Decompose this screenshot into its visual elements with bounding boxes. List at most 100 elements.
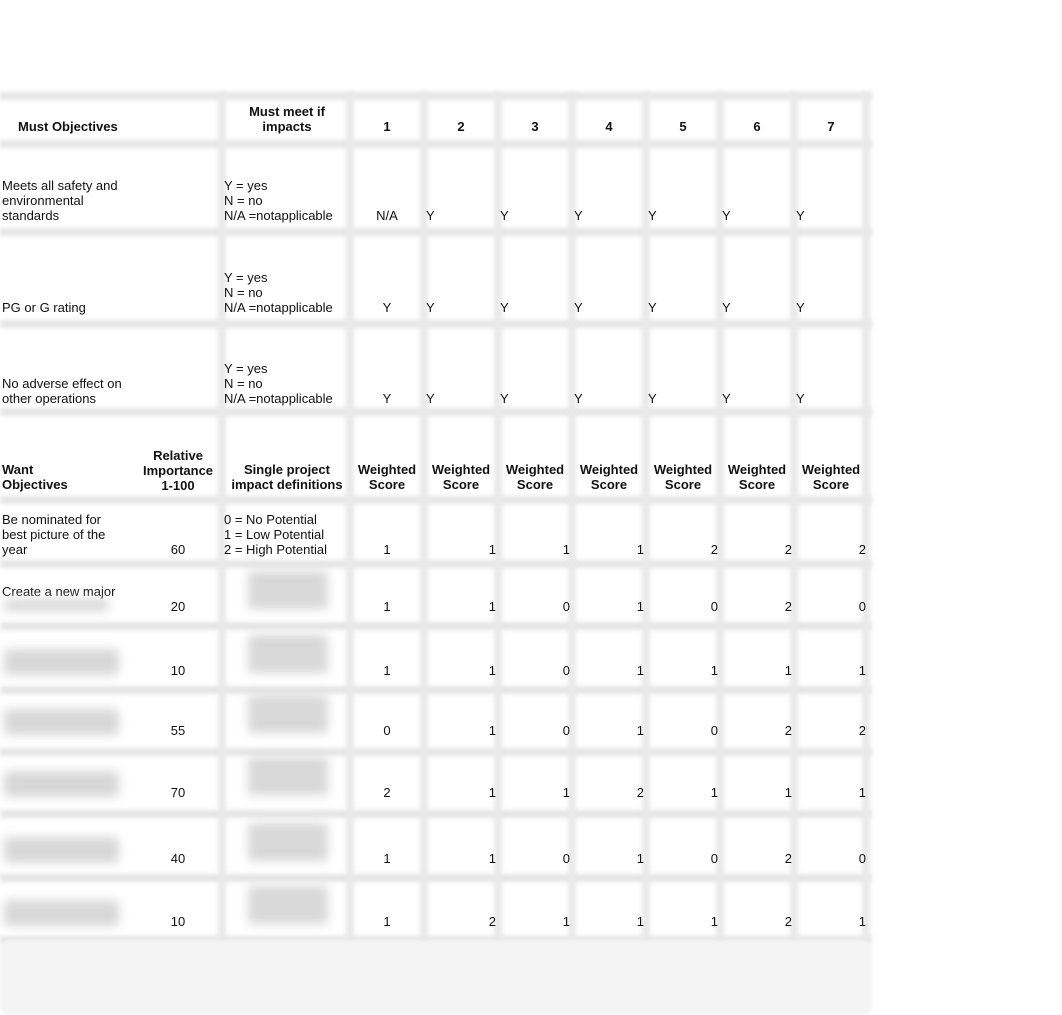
must-value-cell[interactable]: Y bbox=[350, 300, 424, 315]
weighted-score-cell[interactable]: 1 bbox=[424, 785, 496, 800]
must-value-cell[interactable]: Y bbox=[574, 208, 648, 223]
must-value-cell[interactable]: Y bbox=[722, 391, 796, 406]
must-value-cell[interactable]: Y bbox=[796, 208, 870, 223]
must-value-cell[interactable]: Y bbox=[426, 300, 500, 315]
weighted-score-cell[interactable]: 1 bbox=[424, 542, 496, 557]
project-number-header: 7 bbox=[827, 119, 835, 134]
weighted-score-cell[interactable]: 2 bbox=[720, 723, 792, 738]
weighted-score-cell[interactable]: 2 bbox=[350, 785, 424, 800]
gridline-horizontal bbox=[0, 320, 872, 328]
weighted-score-cell[interactable]: 2 bbox=[720, 851, 792, 866]
importance-value[interactable]: 10 bbox=[130, 914, 226, 929]
weighted-score-cell[interactable]: 1 bbox=[498, 542, 570, 557]
want-objective-label: Create a new major bbox=[2, 584, 116, 599]
must-value-cell[interactable]: Y bbox=[574, 300, 648, 315]
gridline-horizontal bbox=[0, 92, 872, 100]
weighted-score-cell[interactable]: 2 bbox=[794, 723, 866, 738]
weighted-score-cell[interactable]: 1 bbox=[646, 914, 718, 929]
must-value-cell[interactable]: Y bbox=[648, 391, 722, 406]
weighted-score-cell[interactable]: 1 bbox=[498, 785, 570, 800]
must-value-cell[interactable]: N/A bbox=[350, 208, 424, 223]
weighted-score-cell[interactable]: 1 bbox=[572, 723, 644, 738]
weighted-score-cell[interactable]: 1 bbox=[572, 851, 644, 866]
must-meet-header: Must meet if impacts bbox=[249, 104, 325, 134]
weighted-score-cell[interactable]: 1 bbox=[498, 914, 570, 929]
weighted-score-cell[interactable]: 0 bbox=[350, 723, 424, 738]
weighted-score-cell[interactable]: 1 bbox=[424, 663, 496, 678]
must-value-cell[interactable]: Y bbox=[500, 300, 574, 315]
weighted-score-cell[interactable]: 2 bbox=[646, 542, 718, 557]
project-number-header: 4 bbox=[605, 119, 613, 134]
obscured-objective-text bbox=[4, 709, 119, 735]
must-value-cell[interactable]: Y bbox=[722, 208, 796, 223]
weighted-score-cell[interactable]: 1 bbox=[350, 663, 424, 678]
importance-value[interactable]: 70 bbox=[130, 785, 226, 800]
weighted-score-header: Weighted Score bbox=[431, 462, 491, 492]
weighted-score-cell[interactable]: 1 bbox=[794, 663, 866, 678]
importance-value[interactable]: 40 bbox=[130, 851, 226, 866]
weighted-score-header: Weighted Score bbox=[505, 462, 565, 492]
must-definition: Y = yes N = no N/A =notapplicable bbox=[224, 361, 333, 406]
must-value-cell[interactable]: Y bbox=[500, 208, 574, 223]
weighted-score-cell[interactable]: 0 bbox=[646, 723, 718, 738]
weighted-score-cell[interactable]: 0 bbox=[498, 663, 570, 678]
weighted-score-cell[interactable]: 0 bbox=[794, 599, 866, 614]
weighted-score-header: Weighted Score bbox=[357, 462, 417, 492]
weighted-score-cell[interactable]: 1 bbox=[424, 851, 496, 866]
weighted-score-cell[interactable]: 1 bbox=[646, 663, 718, 678]
weighted-score-cell[interactable]: 0 bbox=[498, 723, 570, 738]
obscured-objective-text bbox=[4, 837, 119, 863]
weighted-score-cell[interactable]: 1 bbox=[720, 785, 792, 800]
weighted-score-cell[interactable]: 1 bbox=[572, 663, 644, 678]
obscured-definition-text bbox=[248, 695, 328, 733]
must-value-cell[interactable]: Y bbox=[426, 208, 500, 223]
project-number-header: 2 bbox=[457, 119, 465, 134]
weighted-score-cell[interactable]: 1 bbox=[572, 542, 644, 557]
weighted-score-cell[interactable]: 0 bbox=[498, 599, 570, 614]
must-value-cell[interactable]: Y bbox=[574, 391, 648, 406]
weighted-score-cell[interactable]: 1 bbox=[572, 599, 644, 614]
weighted-score-cell[interactable]: 2 bbox=[572, 785, 644, 800]
must-objective-label: No adverse effect on other operations bbox=[2, 376, 122, 406]
must-value-cell[interactable]: Y bbox=[796, 300, 870, 315]
weighted-score-cell[interactable]: 1 bbox=[350, 914, 424, 929]
weighted-score-cell[interactable]: 1 bbox=[572, 914, 644, 929]
must-value-cell[interactable]: Y bbox=[722, 300, 796, 315]
weighted-score-cell[interactable]: 2 bbox=[794, 542, 866, 557]
must-value-cell[interactable]: Y bbox=[648, 300, 722, 315]
gridline-horizontal bbox=[0, 496, 872, 504]
must-value-cell[interactable]: Y bbox=[796, 391, 870, 406]
weighted-score-cell[interactable]: 1 bbox=[646, 785, 718, 800]
weighted-score-cell[interactable]: 1 bbox=[350, 542, 424, 557]
weighted-score-cell[interactable]: 1 bbox=[424, 723, 496, 738]
weighted-score-cell[interactable]: 2 bbox=[720, 542, 792, 557]
importance-value[interactable]: 55 bbox=[130, 723, 226, 738]
weighted-score-cell[interactable]: 0 bbox=[794, 851, 866, 866]
project-number-header: 5 bbox=[679, 119, 687, 134]
weighted-score-cell[interactable]: 1 bbox=[720, 663, 792, 678]
project-number-header: 1 bbox=[383, 119, 391, 134]
must-definition: Y = yes N = no N/A =notapplicable bbox=[224, 270, 333, 315]
must-value-cell[interactable]: Y bbox=[426, 391, 500, 406]
must-value-cell[interactable]: Y bbox=[500, 391, 574, 406]
gridline-horizontal bbox=[0, 408, 872, 416]
weighted-score-cell[interactable]: 0 bbox=[646, 851, 718, 866]
weighted-score-cell[interactable]: 1 bbox=[794, 914, 866, 929]
importance-value[interactable]: 60 bbox=[130, 542, 226, 557]
weighted-score-cell[interactable]: 1 bbox=[350, 599, 424, 614]
weighted-score-cell[interactable]: 2 bbox=[720, 914, 792, 929]
weighted-score-header: Weighted Score bbox=[727, 462, 787, 492]
weighted-score-cell[interactable]: 2 bbox=[424, 914, 496, 929]
weighted-score-cell[interactable]: 0 bbox=[498, 851, 570, 866]
weighted-score-cell[interactable]: 0 bbox=[646, 599, 718, 614]
gridline-horizontal bbox=[0, 810, 872, 818]
weighted-score-cell[interactable]: 2 bbox=[720, 599, 792, 614]
weighted-score-cell[interactable]: 1 bbox=[424, 599, 496, 614]
weighted-score-cell[interactable]: 1 bbox=[794, 785, 866, 800]
importance-value[interactable]: 20 bbox=[130, 599, 226, 614]
must-value-cell[interactable]: Y bbox=[648, 208, 722, 223]
importance-value[interactable]: 10 bbox=[130, 663, 226, 678]
weighted-score-header: Weighted Score bbox=[653, 462, 713, 492]
must-value-cell[interactable]: Y bbox=[350, 391, 424, 406]
weighted-score-cell[interactable]: 1 bbox=[350, 851, 424, 866]
